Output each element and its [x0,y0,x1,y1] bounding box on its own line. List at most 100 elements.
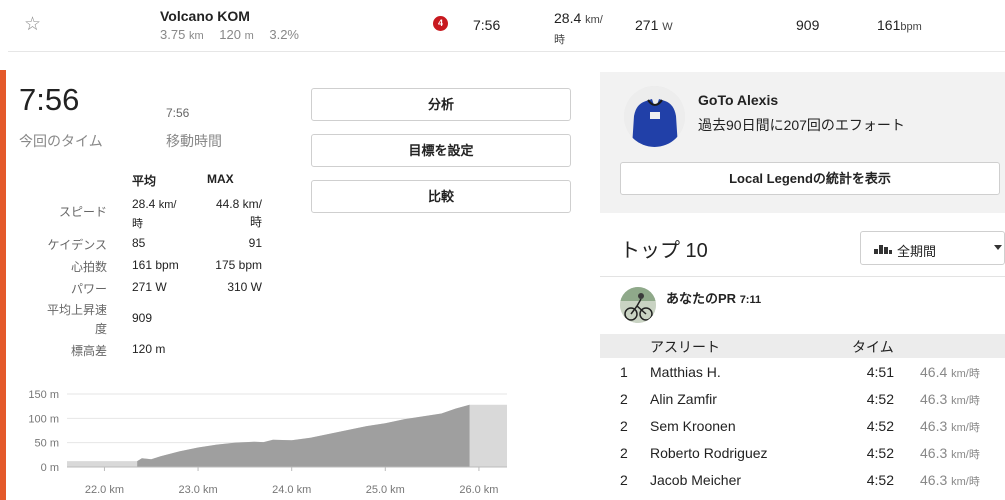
stat-label-power: パワー [70,282,107,296]
moving-time: 7:56 [166,106,190,120]
moving-time-label: 移動時間 [166,133,222,149]
stat-max-speed: 44.8 km/ 時 [172,195,262,231]
segment-distance: 3.75 [160,27,186,42]
row-speed-value: 46.3 [920,391,948,407]
x-tick-label: 23.0 km [178,484,217,496]
avg-header: 平均 [132,174,157,188]
segment-distance-unit: km [188,30,204,42]
stat-max-speed-unit2: 時 [249,215,262,229]
row-time: 4:52 [866,472,894,488]
row-time: 4:51 [866,364,894,380]
row-speed: 46.3 km/時 [920,391,1005,408]
x-tick-label: 22.0 km [85,484,124,496]
row-time: 4:52 [866,391,894,407]
elevation-area-segment [137,404,470,467]
elapsed-time-label: 今回のタイム [19,133,103,149]
row-speed: 46.3 km/時 [920,445,1005,462]
row-speed: 46.4 km/時 [920,364,1005,381]
x-tick-label: 25.0 km [366,484,405,496]
row-speed-unit: km/時 [951,476,980,488]
row-time: 4:52 [866,445,894,461]
segment-time: 7:56 [473,17,501,33]
stat-label-vam-cont: 度 [94,322,107,336]
stat-avg-speed-unit2: 時 [132,218,143,230]
y-tick-label: 100 m [28,413,59,425]
row-rank: 2 [620,445,628,461]
col-athlete: アスリート [650,339,720,355]
stat-label-elevation: 標高差 [70,344,107,358]
chevron-down-icon [994,245,1002,250]
legend-avatar [624,86,685,147]
row-speed-unit: km/時 [951,422,980,434]
segment-speed-unit2: 時 [554,34,565,46]
period-dropdown[interactable]: 全期間 [860,231,1005,265]
row-rank: 2 [620,418,628,434]
y-tick-label: 0 m [41,462,59,474]
compare-button[interactable]: 比較 [311,180,571,213]
row-athlete[interactable]: Jacob Meicher [650,472,741,488]
row-athlete[interactable]: Alin Zamfir [650,391,717,407]
elapsed-time: 7:56 [19,82,80,117]
personal-record-row [600,276,1005,334]
bar-chart-icon [874,245,892,254]
y-tick-label: 150 m [28,389,59,401]
row-athlete[interactable]: Sem Kroonen [650,418,736,434]
y-tick-label: 50 m [35,438,59,450]
pr-time: 7:11 [739,294,762,306]
row-rank: 2 [620,391,628,407]
stat-max-heart-rate: 175 bpm [215,258,262,272]
row-athlete[interactable]: Roberto Rodriguez [650,445,768,461]
row-speed-unit: km/時 [951,395,980,407]
legend-efforts: 過去90日間に207回のエフォート [698,117,905,133]
pr-text: あなたのPR 7:11 [666,288,761,307]
stat-label-speed: スピード [58,205,107,219]
stat-max-speed-unit: km/ [242,197,262,211]
segment-name[interactable]: Volcano KOM [160,8,250,24]
accent-bar [0,70,6,500]
row-time: 4:52 [866,418,894,434]
row-rank: 2 [620,472,628,488]
stat-avg-elevation: 120 m [132,342,166,356]
stat-avg-vam: 909 [132,311,153,325]
local-legend-stats-button[interactable]: Local Legendの統計を表示 [620,162,1000,195]
segment-speed-unit: km/ [585,14,603,26]
rank-badge: 4 [433,16,448,31]
stat-max-speed-value: 44.8 [215,197,240,211]
row-speed-value: 46.4 [920,364,948,380]
row-speed-value: 46.3 [920,472,948,488]
period-label: 全期間 [897,244,937,259]
stat-label-heart-rate: 心拍数 [70,260,107,274]
segment-power-value: 271 [635,17,659,33]
analyze-button[interactable]: 分析 [311,88,571,121]
segment-heart-rate-unit: bpm [900,21,922,33]
segment-elevation-unit: m [244,30,254,42]
segment-row[interactable]: ☆ Volcano KOM 3.75 km 120 m 3.2% 4 7:56 … [8,0,1005,52]
row-athlete[interactable]: Matthias H. [650,364,721,380]
stat-avg-power: 271 W [132,280,167,294]
segment-stats: 3.75 km 120 m 3.2% [160,27,299,42]
pr-label: あなたのPR [666,291,737,306]
row-speed: 46.3 km/時 [920,418,1005,435]
stat-max-cadence: 91 [248,236,262,250]
segment-power-unit: W [662,21,673,33]
legend-name[interactable]: GoTo Alexis [698,92,778,108]
max-header: MAX [207,172,234,186]
user-avatar [620,287,656,323]
row-speed-unit: km/時 [951,449,980,461]
star-outline-icon[interactable]: ☆ [24,15,41,34]
leaderboard-title: トップ 10 [620,240,708,262]
set-goal-button[interactable]: 目標を設定 [311,134,571,167]
elevation-chart[interactable]: 150 m 100 m 50 m 0 m 22.0 km 23.0 km 24.0 km 25… [20,380,515,498]
stat-avg-speed: 28.4 km/ 時 [132,195,176,233]
segment-speed-value: 28.4 [554,10,582,26]
segment-speed: 28.4 km/ 時 [554,9,614,49]
segment-heart-rate: 161bpm [877,17,922,33]
row-speed-value: 46.3 [920,445,948,461]
stat-label-cadence: ケイデンス [47,238,107,252]
stat-max-power: 310 W [227,280,262,294]
row-speed-value: 46.3 [920,418,948,434]
stat-avg-speed-value: 28.4 [132,197,156,211]
stat-avg-cadence: 85 [132,236,146,250]
x-tick-label: 24.0 km [272,484,311,496]
segment-grade: 3.2% [269,27,299,42]
